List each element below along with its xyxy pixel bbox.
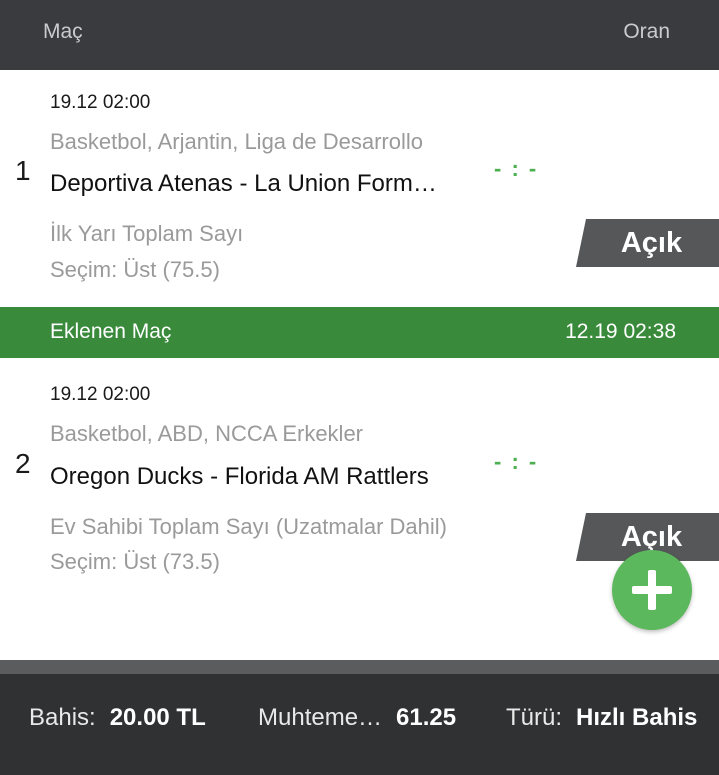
market-name: Ev Sahibi Toplam Sayı (Uzatmalar Dahil) xyxy=(50,514,447,539)
live-score: - : - xyxy=(494,156,539,181)
league-path: Basketbol, Arjantin, Liga de Desarrollo xyxy=(50,129,423,154)
footer-divider xyxy=(0,660,719,674)
betslip-header: Maç Oran xyxy=(0,0,719,70)
plus-icon xyxy=(632,570,672,610)
odds-button[interactable]: Açık xyxy=(576,219,719,267)
bet-type-label: Türü: xyxy=(506,704,563,731)
event-datetime: 19.12 02:00 xyxy=(50,384,151,405)
potential-win-label: Muhteme… xyxy=(258,704,383,731)
bet-index: 1 xyxy=(15,155,31,186)
match-name[interactable]: Oregon Ducks - Florida AM Rattlers xyxy=(50,463,450,491)
potential-win-summary: Muhteme… 61.25 xyxy=(258,704,456,732)
league-path: Basketbol, ABD, NCCA Erkekler xyxy=(50,421,364,446)
bet-index: 2 xyxy=(15,448,31,479)
added-match-bar: Eklenen Maç 12.19 02:38 xyxy=(0,307,719,358)
stake-label: Bahis: xyxy=(29,704,96,731)
stake-summary[interactable]: Bahis: 20.00 TL xyxy=(29,704,206,732)
potential-win-value: 61.25 xyxy=(396,704,457,731)
bet-type-summary[interactable]: Türü: Hızlı Bahis xyxy=(506,704,697,732)
betslip-footer: Bahis: 20.00 TL Muhteme… 61.25 Türü: Hızlı … xyxy=(0,674,719,775)
stake-value: 20.00 TL xyxy=(109,704,206,731)
bet-type-value: Hızlı Bahis xyxy=(576,704,698,731)
added-match-timestamp: 12.19 02:38 xyxy=(565,320,676,343)
match-column-header: Maç xyxy=(43,20,83,43)
added-match-label: Eklenen Maç xyxy=(50,320,172,343)
live-score: - : - xyxy=(494,449,539,474)
betslip-screen: Maç Oran 1 19.12 02:00 Basketbol, Arjant… xyxy=(0,0,719,775)
selection-text: Seçim: Üst (75.5) xyxy=(50,257,220,282)
event-datetime: 19.12 02:00 xyxy=(50,92,151,113)
odds-column-header: Oran xyxy=(623,20,670,43)
match-name[interactable]: Deportiva Atenas - La Union Formosa xyxy=(50,170,450,198)
bet-item[interactable]: 1 19.12 02:00 Basketbol, Arjantin, Liga … xyxy=(0,70,719,307)
market-name: İlk Yarı Toplam Sayı xyxy=(50,221,244,246)
add-bet-button[interactable] xyxy=(612,550,692,630)
selection-text: Seçim: Üst (73.5) xyxy=(50,549,220,574)
